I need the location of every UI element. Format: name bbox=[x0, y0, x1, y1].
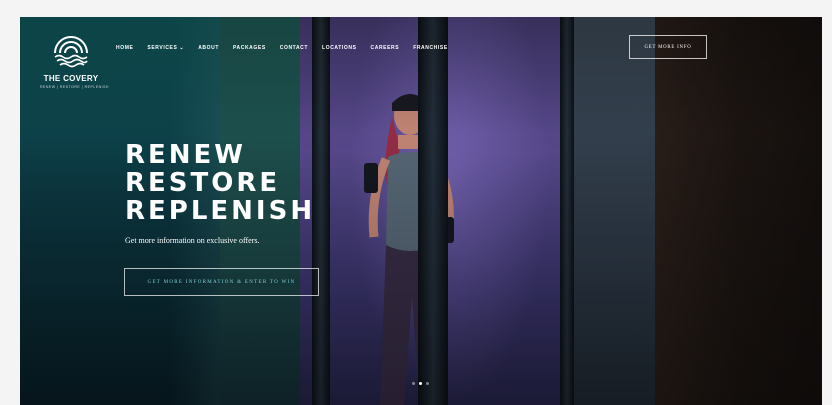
brand-logo[interactable]: THE COVERY RENEW | RESTORE | REPLENISH bbox=[40, 31, 109, 89]
hero-headline: RENEW RESTORE REPLENISH bbox=[125, 141, 315, 225]
wave-logo-icon bbox=[54, 36, 88, 68]
hero-section: THE COVERY RENEW | RESTORE | REPLENISH H… bbox=[20, 17, 822, 405]
slider-dot-3[interactable] bbox=[426, 382, 429, 385]
headline-line-2: RESTORE bbox=[125, 168, 281, 198]
slider-dots bbox=[412, 382, 429, 385]
nav-about[interactable]: ABOUT bbox=[198, 45, 219, 51]
chevron-down-icon: ⌄ bbox=[179, 45, 185, 51]
brand-name: THE COVERY bbox=[43, 74, 99, 83]
nav-careers[interactable]: CAREERS bbox=[371, 45, 400, 51]
hero-subtext: Get more information on exclusive offers… bbox=[125, 236, 260, 245]
get-more-info-button[interactable]: GET MORE INFO bbox=[629, 35, 707, 59]
nav-franchise[interactable]: FRANCHISE bbox=[413, 45, 448, 51]
slider-dot-1[interactable] bbox=[412, 382, 415, 385]
brand-tagline: RENEW | RESTORE | REPLENISH bbox=[40, 85, 109, 89]
nav-contact[interactable]: CONTACT bbox=[280, 45, 308, 51]
slider-dot-2[interactable] bbox=[419, 382, 422, 385]
headline-line-3: REPLENISH bbox=[125, 196, 316, 226]
nav-home[interactable]: HOME bbox=[116, 45, 133, 51]
headline-line-1: RENEW bbox=[125, 140, 246, 170]
nav-packages[interactable]: PACKAGES bbox=[233, 45, 266, 51]
nav-services[interactable]: SERVICES ⌄ bbox=[147, 45, 184, 51]
nav-services-label: SERVICES bbox=[147, 45, 178, 51]
main-nav: HOME SERVICES ⌄ ABOUT PACKAGES CONTACT LO… bbox=[116, 45, 448, 51]
nav-locations[interactable]: LOCATIONS bbox=[322, 45, 356, 51]
enter-to-win-button[interactable]: GET MORE INFORMATION & ENTER TO WIN bbox=[124, 268, 319, 296]
